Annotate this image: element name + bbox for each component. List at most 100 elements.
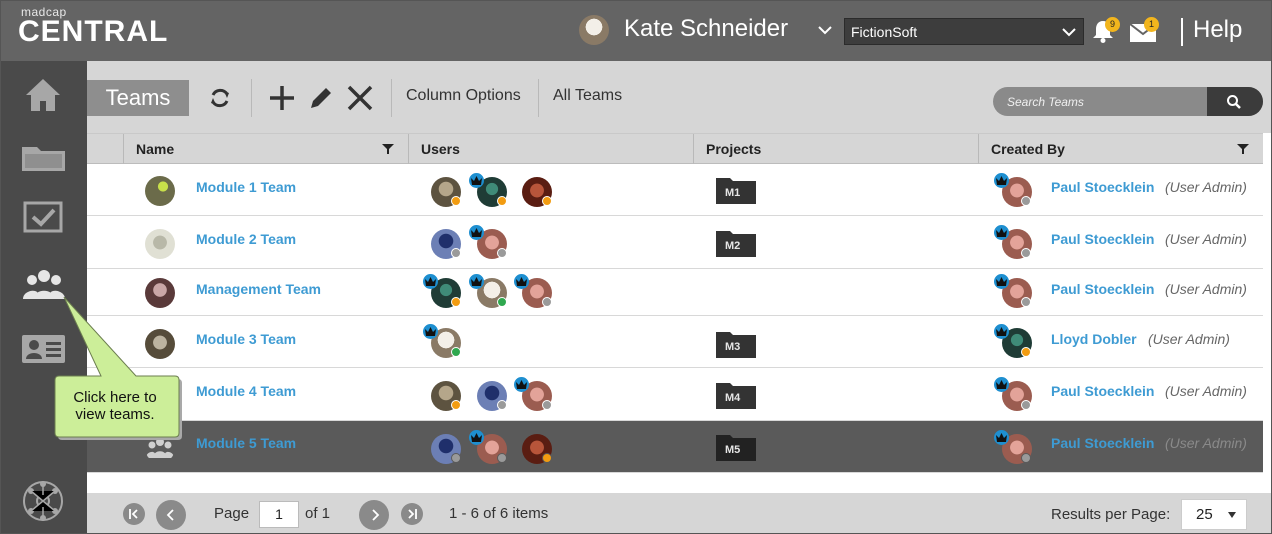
user-name[interactable]: Kate Schneider: [624, 15, 788, 43]
column-header-created-by[interactable]: Created By: [978, 134, 1263, 164]
search-button[interactable]: [1207, 87, 1263, 116]
creator-role: (User Admin): [1148, 331, 1230, 347]
column-label: Projects: [706, 141, 762, 157]
user-avatar[interactable]: [579, 15, 609, 45]
table-row[interactable]: Module 2 Team M2 Paul Stoecklein (User A…: [87, 216, 1263, 269]
admin-crown-badge: [994, 274, 1009, 289]
last-page-icon: [408, 509, 417, 519]
team-name-link[interactable]: Module 2 Team: [196, 231, 296, 247]
divider: [251, 79, 252, 117]
chevron-down-icon[interactable]: [816, 21, 834, 39]
status-offline-dot: [542, 297, 552, 307]
status-offline-dot: [451, 248, 461, 258]
crown-icon: [425, 277, 436, 286]
filter-icon[interactable]: [382, 143, 394, 155]
nav-network[interactable]: [1, 467, 87, 527]
filter-icon[interactable]: [1237, 143, 1249, 155]
team-name-link[interactable]: Module 3 Team: [196, 331, 296, 347]
results-per-page-label: Results per Page:: [1051, 506, 1171, 523]
creator-role: (User Admin): [1165, 179, 1247, 195]
last-page-button[interactable]: [401, 503, 423, 525]
previous-page-button[interactable]: [156, 500, 186, 530]
project-code: M5: [725, 444, 741, 456]
first-page-button[interactable]: [123, 503, 145, 525]
next-page-button[interactable]: [359, 500, 389, 530]
results-per-page-select[interactable]: 25: [1181, 499, 1247, 530]
creator-name-link[interactable]: Lloyd Dobler: [1051, 331, 1137, 347]
column-header-users[interactable]: Users: [408, 134, 694, 164]
creator-name-link[interactable]: Paul Stoecklein: [1051, 435, 1154, 451]
team-name-link[interactable]: Module 1 Team: [196, 179, 296, 195]
status-online-dot: [451, 347, 461, 357]
nav-tasks[interactable]: [1, 187, 87, 247]
admin-crown-badge: [469, 173, 484, 188]
creator-name-link[interactable]: Paul Stoecklein: [1051, 281, 1154, 297]
divider: [1181, 18, 1183, 46]
column-header-projects[interactable]: Projects: [693, 134, 979, 164]
toolbar: Teams Column Options All Teams: [87, 61, 1271, 133]
status-offline-dot: [1021, 400, 1031, 410]
status-offline-dot: [497, 248, 507, 258]
organization-select[interactable]: FictionSoft: [844, 18, 1084, 45]
team-name-link[interactable]: Module 4 Team: [196, 383, 296, 399]
table-row[interactable]: Module 1 Team M1 Paul Stoecklein (User A…: [87, 164, 1263, 216]
app-window: madcap CENTRAL Kate Schneider FictionSof…: [0, 0, 1272, 534]
team-avatar: [145, 229, 175, 259]
delete-x-icon[interactable]: [345, 83, 375, 113]
refresh-icon[interactable]: [205, 83, 235, 113]
search-input[interactable]: [993, 87, 1207, 116]
top-bar: madcap CENTRAL Kate Schneider FictionSof…: [1, 1, 1271, 61]
table-row[interactable]: Module 4 Team M4 Paul Stoecklein (User A…: [87, 368, 1263, 421]
crown-icon: [996, 277, 1007, 286]
creator-role: (User Admin): [1165, 435, 1247, 451]
messages-badge: 1: [1144, 17, 1159, 32]
status-away-dot: [542, 196, 552, 206]
column-header-name[interactable]: Name: [123, 134, 409, 164]
help-link[interactable]: Help: [1193, 16, 1242, 44]
callout-text: Click here to view teams.: [73, 389, 157, 423]
table-row[interactable]: Module 3 Team M3 Lloyd Dobler (User Admi…: [87, 316, 1263, 368]
creator-name-link[interactable]: Paul Stoecklein: [1051, 383, 1154, 399]
admin-crown-badge: [994, 430, 1009, 445]
team-avatar: [145, 176, 175, 206]
all-teams-filter[interactable]: All Teams: [553, 87, 622, 105]
caret-down-icon: [1228, 512, 1236, 518]
nav-projects[interactable]: [1, 125, 87, 185]
add-icon[interactable]: [267, 83, 297, 113]
crown-icon: [516, 277, 527, 286]
notifications-badge: 9: [1105, 17, 1120, 32]
status-away-dot: [497, 196, 507, 206]
page-number-input[interactable]: 1: [259, 501, 299, 528]
logo[interactable]: CENTRAL: [18, 15, 168, 49]
project-code: M1: [725, 187, 741, 199]
table-row-selected[interactable]: Module 5 Team M5 Paul Stoecklein (User A…: [87, 421, 1263, 473]
admin-crown-badge: [469, 225, 484, 240]
admin-crown-badge: [994, 324, 1009, 339]
crown-icon: [471, 176, 482, 185]
team-name-link[interactable]: Management Team: [196, 281, 321, 297]
status-offline-dot: [1021, 453, 1031, 463]
folder-icon: [22, 147, 65, 171]
table-row[interactable]: Management Team Paul Stoecklein (User Ad…: [87, 269, 1263, 316]
network-icon: [23, 481, 63, 521]
status-offline-dot: [1021, 297, 1031, 307]
results-per-page-value: 25: [1196, 506, 1213, 523]
status-offline-dot: [497, 453, 507, 463]
crown-icon: [425, 327, 436, 336]
nav-home[interactable]: [1, 63, 87, 123]
status-online-dot: [497, 297, 507, 307]
page-total: of 1: [305, 505, 331, 522]
creator-name-link[interactable]: Paul Stoecklein: [1051, 231, 1154, 247]
crown-icon: [471, 228, 482, 237]
team-name-link[interactable]: Module 5 Team: [196, 435, 296, 451]
status-offline-dot: [1021, 196, 1031, 206]
home-icon: [26, 79, 60, 111]
creator-name-link[interactable]: Paul Stoecklein: [1051, 179, 1154, 195]
column-options-button[interactable]: Column Options: [406, 87, 521, 105]
crown-icon: [996, 176, 1007, 185]
admin-crown-badge: [469, 274, 484, 289]
admin-crown-badge: [994, 225, 1009, 240]
edit-pencil-icon[interactable]: [306, 83, 336, 113]
project-label-wrap: M5: [716, 433, 756, 461]
chevron-left-icon: [166, 509, 174, 521]
